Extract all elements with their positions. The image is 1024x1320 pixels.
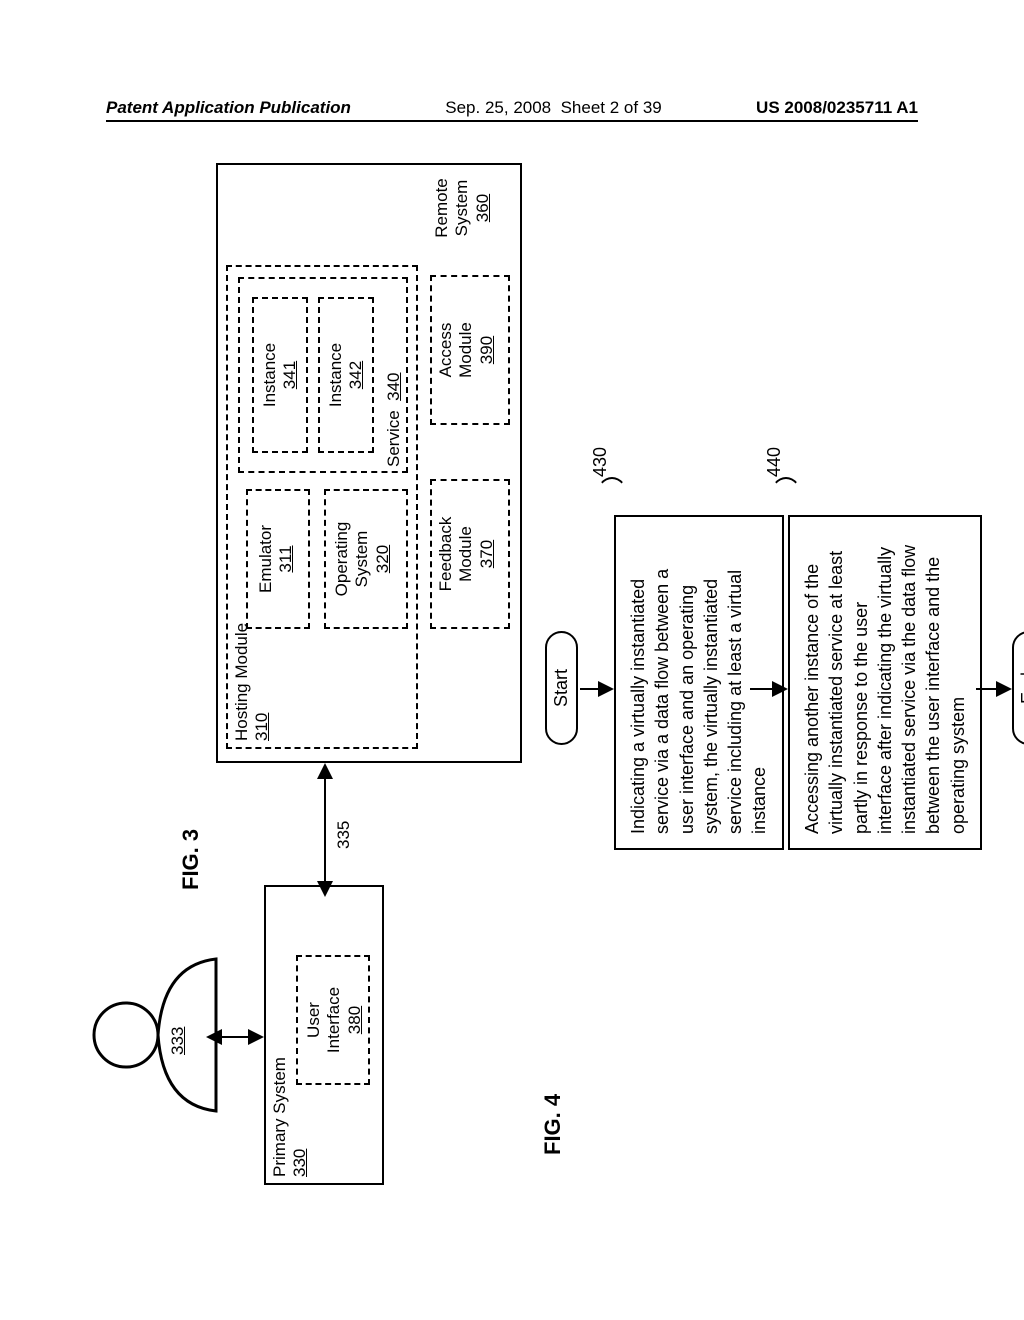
os-label: OperatingSystem320 [332, 493, 393, 625]
patent-page: Patent Application Publication Sep. 25, … [0, 0, 1024, 1320]
service-label: Service 340 [384, 372, 404, 467]
instance-342-label: Instance342 [326, 301, 367, 449]
figure-4: FIG. 4 Start Indicating a virtually inst… [540, 215, 910, 1145]
access-module-label: AccessModule390 [436, 279, 497, 421]
hosting-module-label: Hosting Module310 [232, 623, 273, 741]
emulator-label: Emulator311 [256, 493, 297, 625]
link-ref-335: 335 [334, 821, 354, 849]
figure-3: FIG. 3 333 Primary System330 UserInte [178, 165, 523, 1185]
fig4-title: FIG. 4 [540, 1094, 566, 1155]
user-ref-333: 333 [168, 1027, 188, 1055]
fc-start: Start [545, 631, 578, 745]
instance-341-label: Instance341 [260, 301, 301, 449]
user-icon [88, 945, 223, 1125]
user-interface-label: UserInterface380 [304, 967, 365, 1073]
fc-ref-430: 430 [590, 447, 611, 477]
fc-step-430: Indicating a virtually instantiated serv… [614, 515, 784, 850]
publication-type: Patent Application Publication [106, 98, 351, 118]
fig3-title: FIG. 3 [178, 829, 204, 890]
page-header: Patent Application Publication Sep. 25, … [106, 92, 918, 122]
fc-step-440: Accessing another instance of the virtua… [788, 515, 982, 850]
feedback-module-label: FeedbackModule370 [436, 483, 497, 625]
fc-ref-440: 440 [764, 447, 785, 477]
remote-system-label: RemoteSystem360 [432, 169, 493, 247]
publication-date: Sep. 25, 2008 Sheet 2 of 39 [445, 98, 661, 118]
fc-end: End [1012, 631, 1024, 745]
publication-id: US 2008/0235711 A1 [756, 98, 918, 118]
figure-content: FIG. 4 Start Indicating a virtually inst… [110, 185, 910, 1185]
